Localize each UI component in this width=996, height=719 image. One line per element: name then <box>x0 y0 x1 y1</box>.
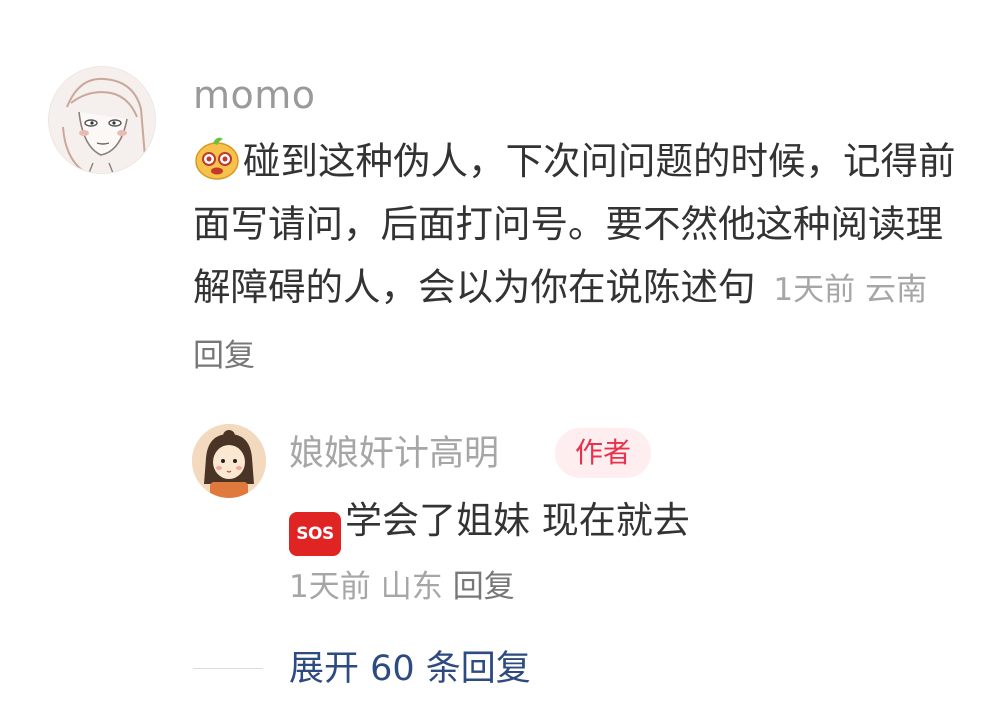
sticker-emoji-icon <box>193 133 241 181</box>
sos-emoji-icon: SOS <box>289 512 341 556</box>
reply-text: 学会了姐妹 现在就去 <box>345 499 690 542</box>
user-avatar[interactable] <box>48 66 156 174</box>
avatar-girl-icon <box>192 424 266 498</box>
comment-username[interactable]: momo <box>193 73 316 117</box>
reply-avatar[interactable] <box>192 424 266 498</box>
reply-reply-button[interactable]: 回复 <box>453 569 515 605</box>
avatar-sketch-icon <box>49 67 155 173</box>
expand-divider <box>193 668 263 669</box>
comment-location: 云南 <box>865 272 928 308</box>
author-badge: 作者 <box>555 428 651 478</box>
comment-time: 1天前 <box>773 272 856 308</box>
comment-text-block: 碰到这种伪人，下次问问题的时候，记得前面写请问，后面打问号。要不然他这种阅读理解… <box>193 130 963 388</box>
reply-meta: 1天前 山东 回复 <box>289 566 515 608</box>
comment-reply-button[interactable]: 回复 <box>193 338 255 374</box>
reply-time: 1天前 <box>289 569 371 605</box>
reply-text-block: SOS 学会了姐妹 现在就去 <box>289 494 690 556</box>
expand-replies-button[interactable]: 展开 60 条回复 <box>289 645 531 693</box>
reply-location: 山东 <box>380 569 443 605</box>
reply-username[interactable]: 娘娘奸计高明 <box>289 432 499 476</box>
